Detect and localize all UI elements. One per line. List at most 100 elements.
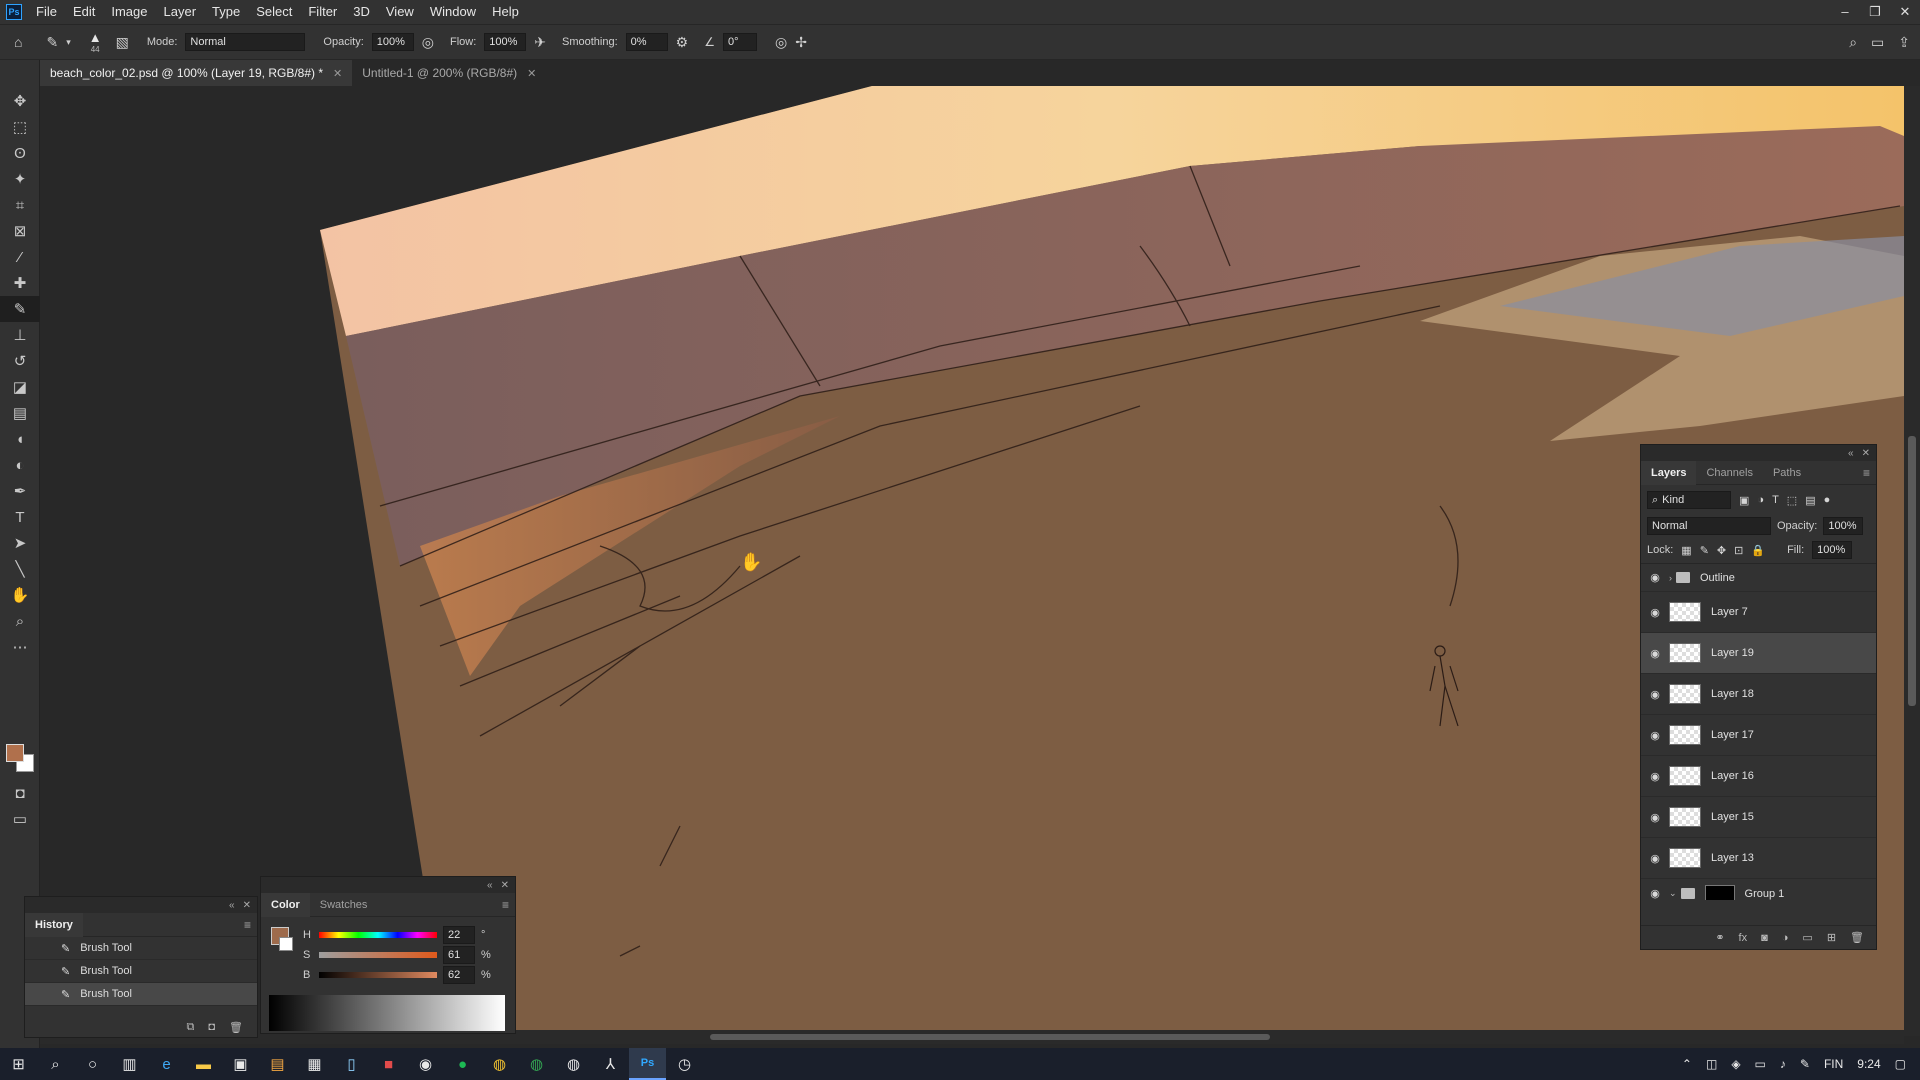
app-red-icon[interactable]: ■ bbox=[370, 1048, 407, 1080]
menu-layer[interactable]: Layer bbox=[156, 0, 205, 24]
lock-transparent-icon[interactable]: ▦ bbox=[1681, 544, 1691, 557]
magic-wand-tool[interactable]: ✦ bbox=[0, 166, 40, 192]
blur-tool[interactable]: ◖ bbox=[0, 426, 40, 452]
eye-icon[interactable]: ◉ bbox=[1641, 887, 1669, 900]
chevron-down-icon[interactable]: ⌄ bbox=[1669, 888, 1677, 899]
layer-group-outline[interactable]: ◉ › Outline bbox=[1641, 564, 1876, 592]
eye-icon[interactable]: ◉ bbox=[1641, 571, 1669, 584]
screen-mode-icon[interactable]: ▭ bbox=[0, 806, 40, 832]
menu-view[interactable]: View bbox=[378, 0, 422, 24]
eyedropper-tool[interactable]: ⁄ bbox=[0, 244, 40, 270]
type-tool[interactable]: T bbox=[0, 504, 40, 530]
tab-history[interactable]: History bbox=[25, 912, 83, 937]
lock-artboard-icon[interactable]: ⊡ bbox=[1734, 544, 1743, 557]
line-tool[interactable]: ╲ bbox=[0, 556, 40, 582]
layer-filter-kind[interactable]: ⌕ Kind bbox=[1647, 491, 1731, 509]
hand-tool[interactable]: ✋ bbox=[0, 582, 40, 608]
clock-time[interactable]: 9:24 bbox=[1857, 1057, 1880, 1071]
layer-group-1[interactable]: ◉ ⌄ Group 1 bbox=[1641, 879, 1876, 900]
trash-icon[interactable]: 🗑 bbox=[1850, 931, 1864, 944]
frame-tool[interactable]: ⊠ bbox=[0, 218, 40, 244]
hue-value[interactable]: 22 bbox=[443, 926, 475, 944]
chevron-up-icon[interactable]: ⌃ bbox=[1682, 1057, 1692, 1071]
panel-menu-icon[interactable]: ≡ bbox=[1863, 466, 1876, 480]
saturation-slider[interactable] bbox=[319, 952, 437, 958]
layer-row[interactable]: ◉ Layer 16 bbox=[1641, 756, 1876, 797]
tab-beach-color[interactable]: beach_color_02.psd @ 100% (Layer 19, RGB… bbox=[40, 60, 353, 86]
adjustment-layer-icon[interactable]: ◑ bbox=[1782, 932, 1789, 944]
move-tool[interactable]: ✥ bbox=[0, 88, 40, 114]
airbrush-icon[interactable]: ✈ bbox=[534, 34, 546, 51]
collapse-icon[interactable]: « bbox=[229, 900, 235, 911]
layer-row[interactable]: ◉ Layer 18 bbox=[1641, 674, 1876, 715]
pen-tool[interactable]: ✒ bbox=[0, 478, 40, 504]
pressure-size-icon[interactable]: ◎ bbox=[775, 34, 787, 51]
filter-smart-icon[interactable]: ▤ bbox=[1805, 494, 1815, 507]
layer-row[interactable]: ◉ Layer 17 bbox=[1641, 715, 1876, 756]
language-indicator[interactable]: FIN bbox=[1824, 1057, 1843, 1071]
menu-file[interactable]: File bbox=[28, 0, 65, 24]
brush-tool[interactable]: ✎ bbox=[0, 296, 40, 322]
eye-icon[interactable]: ◉ bbox=[1641, 606, 1669, 619]
eye-icon[interactable]: ◉ bbox=[1641, 770, 1669, 783]
layer-row[interactable]: ◉ Layer 15 bbox=[1641, 797, 1876, 838]
hue-slider[interactable] bbox=[319, 932, 437, 938]
tab-paths[interactable]: Paths bbox=[1763, 461, 1811, 485]
horizontal-scroll-thumb[interactable] bbox=[710, 1034, 1270, 1040]
filter-adjustment-icon[interactable]: ◑ bbox=[1757, 494, 1764, 506]
snapshot-icon[interactable]: ◘ bbox=[208, 1021, 215, 1033]
vertical-scrollbar[interactable] bbox=[1904, 86, 1920, 1036]
photoshop-taskbar-icon[interactable]: Ps bbox=[629, 1048, 666, 1080]
crop-tool[interactable]: ⌗ bbox=[0, 192, 40, 218]
chrome-icon-3[interactable]: ◍ bbox=[555, 1048, 592, 1080]
acrobat-icon[interactable]: ⅄ bbox=[592, 1048, 629, 1080]
eye-icon[interactable]: ◉ bbox=[1641, 688, 1669, 701]
app-icon[interactable]: ▤ bbox=[259, 1048, 296, 1080]
lock-all-icon[interactable]: 🔒 bbox=[1751, 544, 1765, 557]
notepad-icon[interactable]: ▯ bbox=[333, 1048, 370, 1080]
healing-tool[interactable]: ✚ bbox=[0, 270, 40, 296]
menu-image[interactable]: Image bbox=[103, 0, 155, 24]
tab-untitled[interactable]: Untitled-1 @ 200% (RGB/8#) ✕ bbox=[352, 60, 547, 86]
menu-type[interactable]: Type bbox=[204, 0, 248, 24]
filter-shape-icon[interactable]: ⬚ bbox=[1787, 494, 1797, 507]
layer-row-selected[interactable]: ◉ Layer 19 bbox=[1641, 633, 1876, 674]
network-icon[interactable]: ◫ bbox=[1706, 1057, 1717, 1071]
blend-mode-select[interactable]: Normal bbox=[1647, 517, 1771, 535]
workspace-icon[interactable]: ▭ bbox=[1871, 34, 1884, 51]
panel-menu-icon[interactable]: ≡ bbox=[502, 898, 515, 912]
vertical-scroll-thumb[interactable] bbox=[1908, 436, 1916, 706]
history-item[interactable]: ✎ Brush Tool bbox=[25, 960, 257, 983]
zoom-tool[interactable]: ⌕ bbox=[0, 608, 40, 634]
quick-mask-icon[interactable]: ◘ bbox=[0, 780, 40, 806]
lock-pixels-icon[interactable]: ✎ bbox=[1700, 544, 1709, 557]
spotify-icon[interactable]: ● bbox=[444, 1048, 481, 1080]
chrome-icon[interactable]: ◍ bbox=[481, 1048, 518, 1080]
eraser-tool[interactable]: ◪ bbox=[0, 374, 40, 400]
history-brush-tool[interactable]: ↺ bbox=[0, 348, 40, 374]
stamp-tool[interactable]: ⊥ bbox=[0, 322, 40, 348]
menu-window[interactable]: Window bbox=[422, 0, 484, 24]
tab-channels[interactable]: Channels bbox=[1696, 461, 1762, 485]
layer-row[interactable]: ◉ Layer 7 bbox=[1641, 592, 1876, 633]
gradient-tool[interactable]: ▤ bbox=[0, 400, 40, 426]
eye-icon[interactable]: ◉ bbox=[1641, 852, 1669, 865]
share-icon[interactable]: ⇪ bbox=[1898, 34, 1910, 51]
menu-3d[interactable]: 3D bbox=[345, 0, 378, 24]
pen-icon[interactable]: ✎ bbox=[1800, 1057, 1810, 1071]
layer-row[interactable]: ◉ Layer 13 bbox=[1641, 838, 1876, 879]
brush-size-picker[interactable]: ▲ 44 bbox=[89, 30, 102, 54]
brightness-ramp[interactable] bbox=[269, 995, 505, 1031]
clock-icon[interactable]: ◷ bbox=[666, 1048, 703, 1080]
chevron-down-icon[interactable]: ▾ bbox=[66, 37, 71, 48]
restore-button[interactable]: ❐ bbox=[1860, 4, 1890, 20]
smoothing-field[interactable]: 0% bbox=[625, 33, 668, 51]
color-swatch-back[interactable] bbox=[279, 937, 293, 951]
home-icon[interactable]: ⌂ bbox=[14, 34, 22, 50]
display-icon[interactable]: ▭ bbox=[1755, 1057, 1766, 1071]
app-ie-icon[interactable]: ◉ bbox=[407, 1048, 444, 1080]
filter-toggle-icon[interactable]: ● bbox=[1824, 494, 1831, 506]
start-icon[interactable]: ⊞ bbox=[0, 1048, 37, 1080]
marquee-tool[interactable]: ⬚ bbox=[0, 114, 40, 140]
brightness-slider[interactable] bbox=[319, 972, 437, 978]
